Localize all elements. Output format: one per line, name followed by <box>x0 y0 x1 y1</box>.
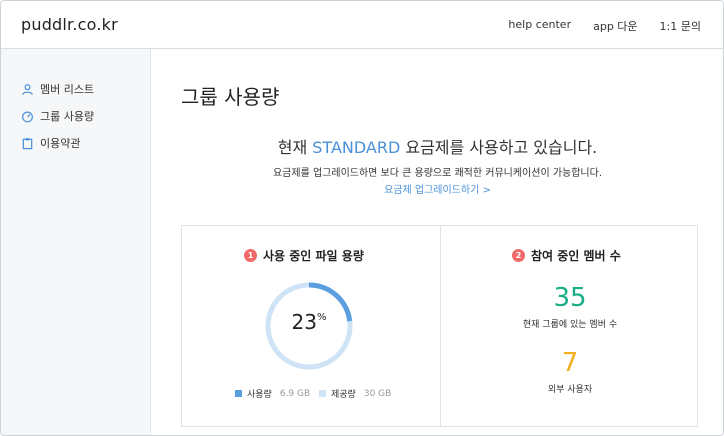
sidebar-item-terms[interactable]: 이용약관 <box>21 135 80 151</box>
plan-name: STANDARD <box>312 138 401 157</box>
site-logo[interactable]: puddlr.co.kr <box>21 15 118 34</box>
sidebar-item-label: 그룹 사용량 <box>40 110 95 123</box>
number-badge: 1 <box>244 249 257 262</box>
main-content: 그룹 사용량 현재 STANDARD 요금제를 사용하고 있습니다. 요금제를 … <box>152 50 723 435</box>
top-header: puddlr.co.kr help center app 다운 1:1 문의 <box>1 1 723 49</box>
percent-unit: % <box>316 312 327 323</box>
clipboard-icon <box>22 137 33 149</box>
nav-help-center[interactable]: help center <box>508 18 571 34</box>
sidebar-item-label: 멤버 리스트 <box>40 83 95 96</box>
legend-swatch-total <box>319 390 326 397</box>
sidebar-item-group-usage[interactable]: 그룹 사용량 <box>21 108 94 124</box>
legend-used: 사용량 6.9 GB <box>235 387 310 400</box>
sidebar-item-label: 이용약관 <box>40 137 81 150</box>
plan-prefix: 현재 <box>277 138 313 157</box>
top-nav: help center app 다운 1:1 문의 <box>508 18 701 34</box>
storage-title: 사용 중인 파일 용량 <box>263 249 364 263</box>
legend-label: 사용량 <box>247 390 272 400</box>
plan-suffix: 요금제를 사용하고 있습니다. <box>400 138 598 157</box>
sidebar-item-member-list[interactable]: 멤버 리스트 <box>21 81 94 97</box>
internal-member-count: 35 <box>553 283 587 313</box>
members-title: 참여 중인 멤버 수 <box>531 249 621 263</box>
plan-description: 요금제를 업그레이드하면 보다 큰 용량으로 쾌적한 커뮤니케이션이 가능합니다… <box>272 168 603 179</box>
page-title: 그룹 사용량 <box>181 85 280 109</box>
legend-value: 6.9 GB <box>279 388 311 399</box>
number-badge: 2 <box>512 249 525 262</box>
plan-status: 현재 STANDARD 요금제를 사용하고 있습니다. <box>152 134 723 158</box>
gauge-icon <box>22 111 33 122</box>
upgrade-plan-link[interactable]: 요금제 업그레이드하기 > <box>152 181 723 196</box>
internal-member-label: 현재 그룹에 있는 멤버 수 <box>522 320 618 330</box>
external-user-count: 7 <box>561 348 579 378</box>
legend-value: 30 GB <box>363 388 392 399</box>
external-user-label: 외부 사용자 <box>547 385 593 395</box>
usage-cards: 1 사용 중인 파일 용량 23% 사용량 6.9 GB 제공량 30 GB 2… <box>181 225 698 427</box>
user-icon <box>22 83 33 95</box>
members-card-title: 2 참여 중인 멤버 수 <box>512 247 621 264</box>
legend-total: 제공량 30 GB <box>319 387 391 400</box>
storage-card-title: 1 사용 중인 파일 용량 <box>244 247 364 264</box>
legend-swatch-used <box>235 390 242 397</box>
nav-app-download[interactable]: app 다운 <box>593 18 637 34</box>
nav-inquiry[interactable]: 1:1 문의 <box>660 18 701 34</box>
app-window: puddlr.co.kr help center app 다운 1:1 문의 멤… <box>0 0 724 436</box>
storage-percent: 23% <box>264 310 354 334</box>
percent-value: 23 <box>291 310 317 334</box>
sidebar: 멤버 리스트 그룹 사용량 이용약관 <box>1 49 151 435</box>
legend-label: 제공량 <box>331 390 356 400</box>
